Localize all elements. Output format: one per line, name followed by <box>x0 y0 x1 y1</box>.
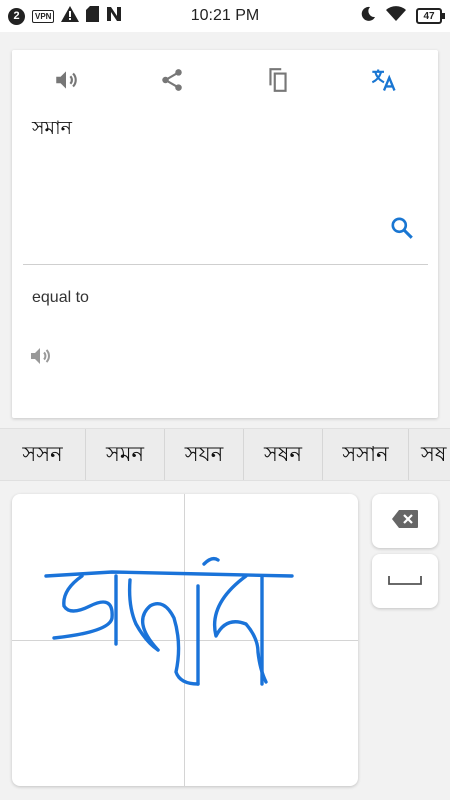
space-icon <box>387 572 423 591</box>
backspace-button[interactable] <box>372 494 438 548</box>
suggestion-item[interactable]: সসন <box>0 429 86 480</box>
search-button[interactable] <box>386 214 418 246</box>
share-icon <box>159 67 185 97</box>
card-toolbar <box>12 64 438 100</box>
status-bar: 2 VPN 10:21 PM 47 <box>0 0 450 32</box>
speak-translation-button[interactable] <box>26 344 54 372</box>
suggestion-item[interactable]: সমন <box>86 429 165 480</box>
battery-icon: 47 <box>416 8 445 24</box>
share-button[interactable] <box>154 64 190 100</box>
speaker-icon <box>28 344 52 372</box>
source-text[interactable]: সমান <box>32 114 72 146</box>
speaker-icon <box>53 67 79 97</box>
moon-icon <box>360 6 376 27</box>
wifi-icon <box>386 5 406 27</box>
suggestion-item[interactable]: সষন <box>244 429 323 480</box>
suggestion-item[interactable]: সষ <box>409 429 450 480</box>
copy-icon <box>265 66 291 98</box>
card-divider <box>23 264 428 265</box>
translation-card: সমান equal to <box>12 50 438 418</box>
copy-button[interactable] <box>260 64 296 100</box>
translate-icon <box>370 66 398 98</box>
speak-source-button[interactable] <box>48 64 84 100</box>
handwriting-pad[interactable] <box>12 494 358 786</box>
battery-level: 47 <box>423 10 435 22</box>
backspace-icon <box>391 509 419 533</box>
suggestion-strip: সসন সমন সযন সষন সসান সষ <box>0 428 450 481</box>
translation-result: equal to <box>32 289 89 306</box>
suggestion-item[interactable]: সসান <box>323 429 409 480</box>
search-icon <box>389 215 415 245</box>
handwriting-ink <box>44 556 294 686</box>
space-button[interactable] <box>372 554 438 608</box>
translate-button[interactable] <box>366 64 402 100</box>
suggestion-item[interactable]: সযন <box>165 429 244 480</box>
